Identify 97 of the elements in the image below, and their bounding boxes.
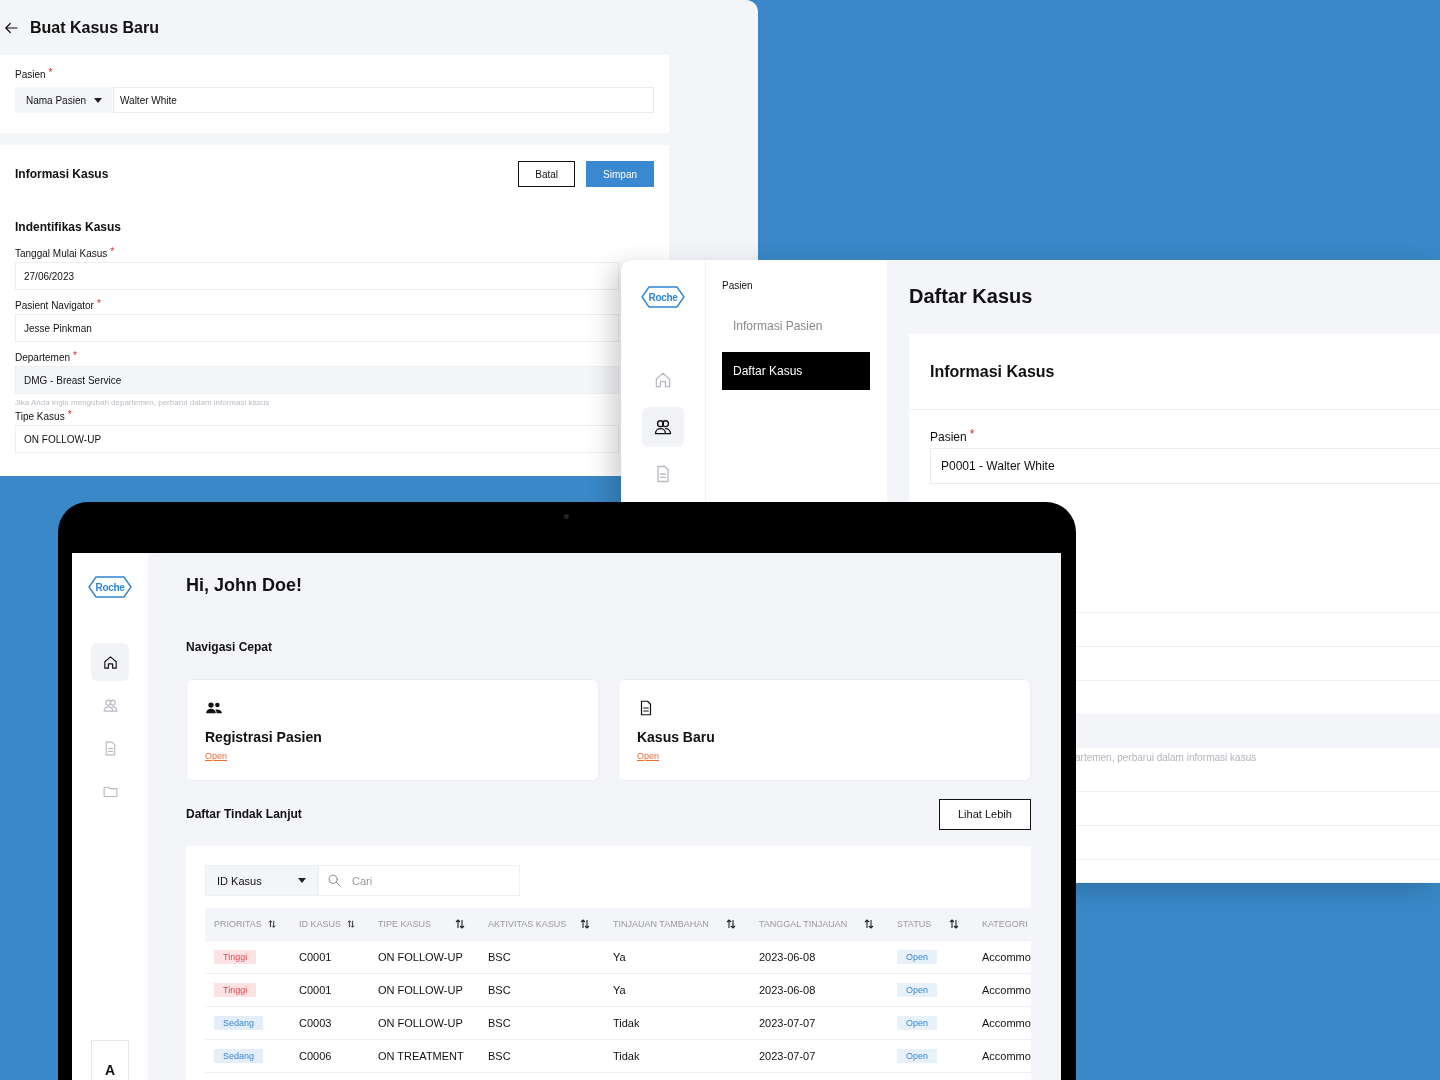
table-cell: 2023-06-08 [759, 984, 816, 996]
field-hint: artemen, perbarui dalam informasi kasus [1075, 752, 1257, 763]
table-cell: 2023-07-07 [759, 1050, 816, 1062]
sidebar-item[interactable] [642, 407, 684, 447]
status-badge: Open [897, 983, 938, 997]
column-header: TIPE KASUS [378, 919, 431, 929]
status-badge: Open [897, 950, 938, 964]
required-mark: * [48, 69, 53, 77]
sort-icon[interactable] [949, 919, 959, 929]
nav-item[interactable]: Daftar Kasus [722, 352, 870, 390]
section-title: Navigasi Cepat [186, 640, 274, 654]
sort-icon[interactable] [347, 919, 355, 929]
section-title: Informasi Kasus [15, 167, 109, 181]
sidebar-item[interactable] [91, 643, 129, 681]
cancel-button[interactable]: Batal [518, 161, 576, 187]
home-icon [101, 653, 119, 671]
quick-nav-card[interactable]: Kasus Baru Open [617, 679, 1031, 781]
required-mark: * [969, 430, 975, 438]
home-icon [653, 370, 673, 390]
table-cell: Accommo [982, 951, 1031, 963]
caret-icon [94, 97, 102, 103]
input-field[interactable]: ON FOLLOW-UP [15, 425, 619, 453]
people-icon [653, 417, 673, 437]
user-avatar[interactable]: A [91, 1040, 129, 1080]
input-field[interactable]: 27/06/2023 [15, 262, 619, 290]
table-cell: C0006 [299, 1050, 332, 1062]
priority-badge: Sedang [214, 1049, 264, 1063]
field-label: Tipe Kasus [15, 411, 65, 422]
greeting: Hi, John Doe! [186, 575, 303, 597]
save-button[interactable]: Simpan [586, 161, 654, 187]
subsection-title: Indentifikas Kasus [15, 220, 123, 234]
caret-icon [298, 878, 306, 883]
required-mark: * [67, 411, 72, 419]
status-badge: Open [897, 1016, 938, 1030]
field-label: Pasien [930, 430, 967, 444]
column-header: STATUS [897, 919, 932, 929]
priority-badge: Sedang [214, 1016, 264, 1030]
roche-logo: Roche [88, 576, 132, 598]
table-cell: 2023-07-07 [759, 1017, 816, 1029]
table-cell: Accommo [982, 1050, 1031, 1062]
table-cell: Tidak [613, 1050, 640, 1062]
search-input[interactable]: Cari [350, 873, 494, 888]
priority-badge: Tinggi [214, 983, 257, 997]
table-cell: Accommo [982, 1017, 1031, 1029]
sort-icon[interactable] [455, 919, 465, 929]
table-cell: ON FOLLOW-UP [378, 1017, 463, 1029]
section-title: Daftar Tindak Lanjut [186, 807, 302, 821]
column-header: ID KASUS [299, 919, 341, 929]
required-mark: * [110, 248, 115, 256]
table-cell: Ya [613, 984, 626, 996]
patient-type-select[interactable]: Nama Pasien [15, 87, 113, 113]
table-cell: C0001 [299, 951, 332, 963]
sort-icon[interactable] [267, 919, 276, 929]
filter-select[interactable]: ID Kasus [205, 865, 318, 896]
section-title: Informasi Kasus [930, 362, 1055, 381]
nav-heading: Pasien [722, 280, 754, 291]
table-cell: Ya [613, 951, 626, 963]
field-label: Departemen [15, 352, 71, 363]
patient-field[interactable]: Walter White [113, 87, 654, 113]
table-cell: BSC [488, 984, 511, 996]
input-field[interactable]: Jesse Pinkman [15, 314, 619, 342]
column-header: TANGGAL TINJAUAN [759, 919, 848, 929]
card-title: Registrasi Pasien [205, 729, 323, 745]
column-header: TINJAUAN TAMBAHAN [613, 919, 709, 929]
table-cell: C0001 [299, 984, 332, 996]
table-cell: BSC [488, 1017, 511, 1029]
field-label: Pasient Navigator [15, 300, 94, 311]
roche-logo: Roche [641, 286, 685, 308]
table-cell: 2023-06-08 [759, 951, 816, 963]
quick-nav-card[interactable]: Registrasi Pasien Open [186, 679, 599, 781]
column-header: KATEGORI [982, 919, 1028, 929]
see-more-button[interactable]: Lihat Lebih [938, 798, 1031, 830]
table-cell: BSC [488, 951, 511, 963]
table-cell: BSC [488, 1050, 511, 1062]
search-icon [327, 873, 342, 888]
column-header: PRIORITAS [214, 919, 262, 929]
patient-field[interactable]: P0001 - Walter White [930, 448, 1440, 484]
card-title: Kasus Baru [636, 729, 716, 745]
field-label: Pasien [15, 69, 46, 80]
table-cell: ON FOLLOW-UP [378, 984, 463, 996]
table-cell: ON TREATMENT [378, 1050, 464, 1062]
sort-icon[interactable] [864, 919, 874, 929]
table-cell: Tidak [613, 1017, 640, 1029]
search-field[interactable]: Cari [318, 865, 520, 896]
required-mark: * [73, 352, 77, 360]
page-title: Buat Kasus Baru [30, 18, 159, 37]
required-mark: * [96, 300, 101, 308]
table-cell: Accommo [982, 984, 1031, 996]
table-cell: C0003 [299, 1017, 332, 1029]
column-header: AKTIVITAS KASUS [488, 919, 567, 929]
priority-badge: Tinggi [214, 950, 257, 964]
table-cell: ON FOLLOW-UP [378, 951, 463, 963]
page-title: Daftar Kasus [909, 284, 1034, 309]
field-label: Tanggal Mulai Kasus [15, 248, 108, 259]
sort-icon[interactable] [726, 919, 736, 929]
status-badge: Open [897, 1049, 938, 1063]
sort-icon[interactable] [580, 919, 590, 929]
